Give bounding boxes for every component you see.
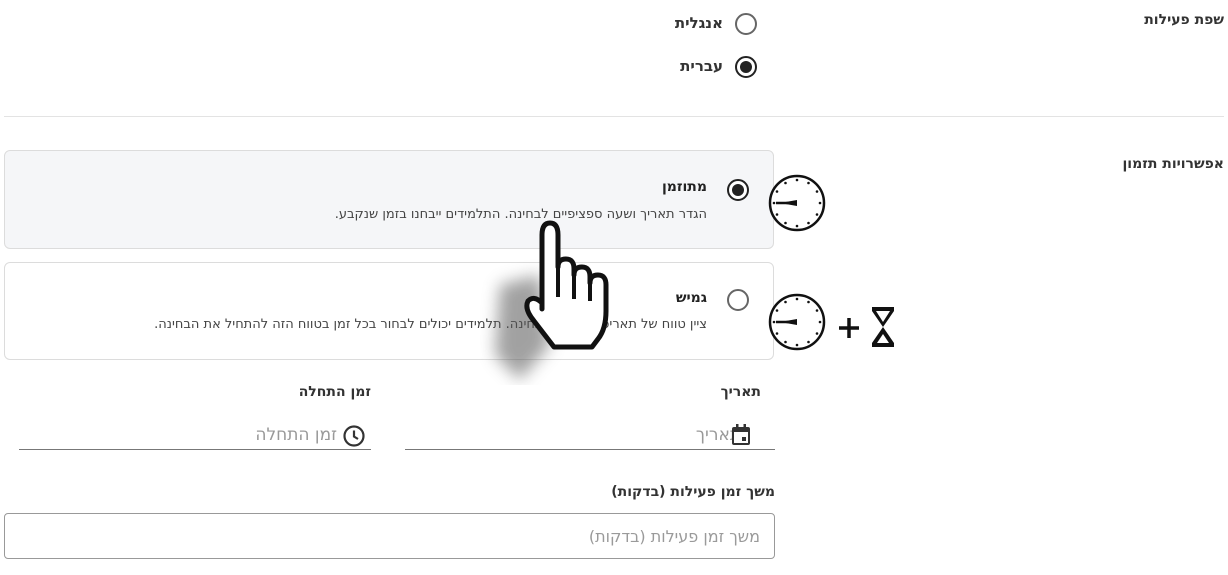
timing-option-scheduled-title: מתוזמן (661, 179, 707, 195)
clock-icon (768, 174, 826, 232)
timing-option-flexible-title: גמיש (675, 290, 707, 306)
radio-flexible[interactable] (727, 289, 749, 311)
radio-english-label[interactable]: אנגלית (675, 14, 723, 32)
timing-option-scheduled-card[interactable]: מתוזמן הגדר תאריך ושעה ספציפיים לבחינה. … (4, 150, 774, 249)
language-section-label: שפת פעילות (1144, 12, 1224, 28)
timing-section-label: אפשרויות תזמון (1122, 156, 1224, 172)
calendar-icon[interactable] (730, 423, 752, 447)
radio-scheduled[interactable] (727, 179, 749, 201)
start-time-input[interactable] (19, 420, 371, 450)
date-input[interactable] (405, 420, 775, 450)
radio-hebrew[interactable] (735, 56, 757, 78)
radio-english[interactable] (735, 13, 757, 35)
start-time-field-label: זמן התחלה (298, 384, 371, 400)
timing-option-flexible-card[interactable]: גמיש ציין טווח של תאריכים ושעות לבחינה. … (4, 262, 774, 360)
radio-hebrew-label[interactable]: עברית (680, 57, 723, 75)
date-field-label: תאריך (720, 384, 761, 400)
duration-input[interactable] (4, 513, 775, 559)
duration-field-label: משך זמן פעילות (בדקות) (611, 484, 775, 500)
clock-plus-hourglass-icon (768, 293, 894, 351)
section-divider (4, 116, 1224, 117)
hand-pointer-icon (495, 220, 609, 380)
clock-icon[interactable] (342, 424, 366, 448)
